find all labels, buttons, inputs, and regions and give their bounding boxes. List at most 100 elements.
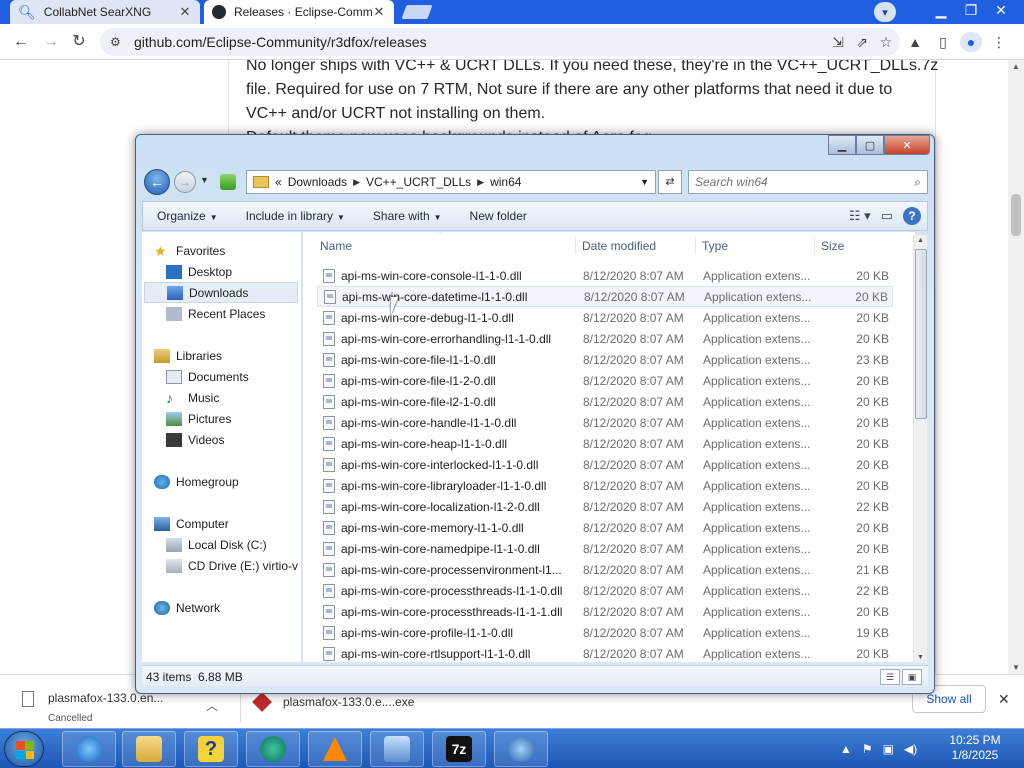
nav-videos[interactable]: Videos (166, 429, 301, 450)
file-row[interactable]: api-ms-win-core-heap-l1-1-0.dll 8/12/2020… (317, 433, 893, 454)
search-input[interactable] (695, 175, 895, 189)
breadcrumb-separator-icon[interactable]: ▶ (477, 177, 484, 188)
column-divider[interactable] (814, 236, 815, 254)
file-row[interactable]: api-ms-win-core-processthreads-l1-1-0.dl… (317, 580, 893, 601)
menu-kebab-icon[interactable]: ⋮ (988, 32, 1010, 52)
up-folder-icon[interactable] (220, 174, 236, 190)
nav-local-disk[interactable]: Local Disk (C:) (166, 534, 301, 555)
column-name[interactable]: Name (320, 239, 352, 253)
address-dropdown-icon[interactable]: ▼ (640, 177, 649, 187)
tab-close-icon[interactable]: ✕ (372, 4, 386, 20)
close-icon[interactable]: ✕ (884, 135, 930, 155)
side-panel-icon[interactable]: ▯ (932, 32, 954, 52)
forward-arrow-icon[interactable]: → (40, 32, 62, 52)
taskbar-help[interactable]: ? (184, 731, 238, 767)
breadcrumb-vc-ucrt[interactable]: VC++_UCRT_DLLs (366, 175, 471, 189)
scroll-down-icon[interactable]: ▼ (917, 654, 924, 661)
nav-desktop[interactable]: Desktop (166, 261, 301, 282)
search-icon[interactable]: ⌕ (914, 175, 921, 190)
nav-pictures[interactable]: Pictures (166, 408, 301, 429)
file-list-scroll-thumb[interactable] (915, 249, 927, 419)
minimize-icon[interactable]: ▁ (828, 135, 856, 155)
file-row[interactable]: api-ms-win-core-namedpipe-l1-1-0.dll 8/12… (317, 538, 893, 559)
nav-music[interactable]: ♪ Music (166, 387, 301, 408)
organize-button[interactable]: Organize ▼ (143, 209, 232, 223)
file-row[interactable]: api-ms-win-core-memory-l1-1-0.dll 8/12/20… (317, 517, 893, 538)
address-url[interactable]: github.com/Eclipse-Community/r3dfox/rele… (134, 34, 427, 50)
volume-icon[interactable]: ◀) (904, 742, 917, 756)
breadcrumb-overflow[interactable]: « (275, 175, 282, 189)
file-row[interactable]: api-ms-win-core-interlocked-l1-1-0.dll 8/… (317, 454, 893, 475)
file-row[interactable]: api-ms-win-core-processthreads-l1-1-1.dl… (317, 601, 893, 622)
tab-releases[interactable]: Releases · Eclipse-Commu ✕ (204, 0, 394, 24)
column-date-modified[interactable]: Date modified (582, 239, 656, 253)
close-icon[interactable]: ✕ (986, 0, 1016, 20)
scroll-down-icon[interactable]: ▼ (1012, 663, 1020, 672)
taskbar-clock[interactable]: 10:25 PM 1/8/2025 (940, 733, 1010, 763)
page-scroll-thumb[interactable] (1011, 194, 1021, 236)
nav-homegroup[interactable]: Homegroup (154, 471, 301, 492)
column-divider[interactable] (695, 236, 696, 254)
extensions-icon[interactable]: ▲ (904, 32, 926, 52)
taskbar-browser[interactable] (494, 731, 548, 767)
show-hidden-icons-icon[interactable]: ▲ (840, 742, 852, 756)
forward-arrow-icon[interactable]: → (174, 171, 196, 193)
include-in-library-button[interactable]: Include in library ▼ (232, 209, 359, 223)
column-type[interactable]: Type (702, 239, 728, 253)
new-folder-button[interactable]: New folder (456, 209, 541, 223)
recent-pages-chevron-icon[interactable]: ▼ (200, 175, 209, 185)
file-row[interactable]: api-ms-win-core-file-l2-1-0.dll 8/12/2020… (317, 391, 893, 412)
explorer-address-bar[interactable]: « Downloads ▶ VC++_UCRT_DLLs ▶ win64 ▼ (246, 170, 656, 194)
file-list-scrollbar[interactable]: ▲ ▼ (913, 235, 927, 663)
tab-searxng[interactable]: 🔍︎ CollabNet SearXNG ✕ (10, 0, 200, 24)
tab-close-icon[interactable]: ✕ (178, 4, 192, 20)
file-row[interactable]: api-ms-win-core-file-l1-2-0.dll 8/12/2020… (317, 370, 893, 391)
bookmark-star-icon[interactable]: ☆ (878, 34, 894, 51)
nav-favorites[interactable]: ★ Favorites (154, 240, 301, 261)
file-row[interactable]: api-ms-win-core-console-l1-1-0.dll 8/12/2… (317, 265, 893, 286)
nav-recent-places[interactable]: Recent Places (166, 303, 301, 324)
back-arrow-icon[interactable]: ← (10, 32, 32, 52)
breadcrumb-win64[interactable]: win64 (490, 175, 521, 189)
nav-libraries[interactable]: Libraries (154, 345, 301, 366)
file-row[interactable]: api-ms-win-core-rtlsupport-l1-1-0.dll 8/1… (317, 643, 893, 662)
file-row[interactable]: api-ms-win-core-profile-l1-1-0.dll 8/12/2… (317, 622, 893, 643)
network-icon[interactable]: ▣ (883, 742, 894, 756)
restore-icon[interactable]: ❐ (956, 0, 986, 20)
profile-avatar-icon[interactable]: ● (960, 32, 982, 52)
scroll-up-icon[interactable]: ▲ (917, 237, 924, 244)
column-size[interactable]: Size (821, 239, 844, 253)
large-icons-view-icon[interactable]: ▣ (902, 669, 922, 685)
nav-network[interactable]: Network (154, 597, 301, 618)
file-row[interactable]: api-ms-win-core-processenvironment-l1...… (317, 559, 893, 580)
nav-documents[interactable]: Documents (166, 366, 301, 387)
column-divider[interactable] (575, 236, 576, 254)
minimize-icon[interactable]: ▁ (926, 0, 956, 20)
page-scrollbar[interactable]: ▲ ▼ (1008, 60, 1024, 674)
file-row[interactable]: api-ms-win-core-file-l1-1-0.dll 8/12/2020… (317, 349, 893, 370)
file-row[interactable]: api-ms-win-core-localization-l1-2-0.dll 8… (317, 496, 893, 517)
install-app-icon[interactable]: ⇲ (830, 34, 846, 51)
nav-computer[interactable]: Computer (154, 513, 301, 534)
reload-icon[interactable]: ↻ (68, 32, 90, 52)
explorer-titlebar[interactable]: ▁ ▢ ✕ (136, 135, 934, 165)
back-arrow-icon[interactable]: ← (144, 169, 170, 195)
file-row[interactable]: api-ms-win-core-libraryloader-l1-1-0.dll… (317, 475, 893, 496)
scroll-up-icon[interactable]: ▲ (1012, 62, 1020, 71)
file-row[interactable]: api-ms-win-core-errorhandling-l1-1-0.dll… (317, 328, 893, 349)
taskbar-ie[interactable] (62, 731, 116, 767)
preview-pane-icon[interactable]: ▭ (881, 208, 893, 224)
help-icon[interactable]: ? (903, 207, 921, 225)
action-center-flag-icon[interactable]: ⚑ (862, 742, 873, 756)
share-with-button[interactable]: Share with ▼ (359, 209, 456, 223)
refresh-icon[interactable]: ⇄ (658, 170, 682, 194)
taskbar-explorer[interactable] (122, 731, 176, 767)
chevron-up-icon[interactable]: ︿ (206, 697, 218, 714)
share-icon[interactable]: ⇗ (854, 34, 870, 51)
nav-cd-drive[interactable]: CD Drive (E:) virtio-v (166, 555, 301, 576)
taskbar-app-green[interactable] (246, 731, 300, 767)
details-view-icon[interactable]: ☰ (880, 669, 900, 685)
explorer-search[interactable]: ⌕ (688, 170, 928, 194)
start-button[interactable] (4, 731, 44, 767)
taskbar-vlc[interactable] (308, 731, 362, 767)
